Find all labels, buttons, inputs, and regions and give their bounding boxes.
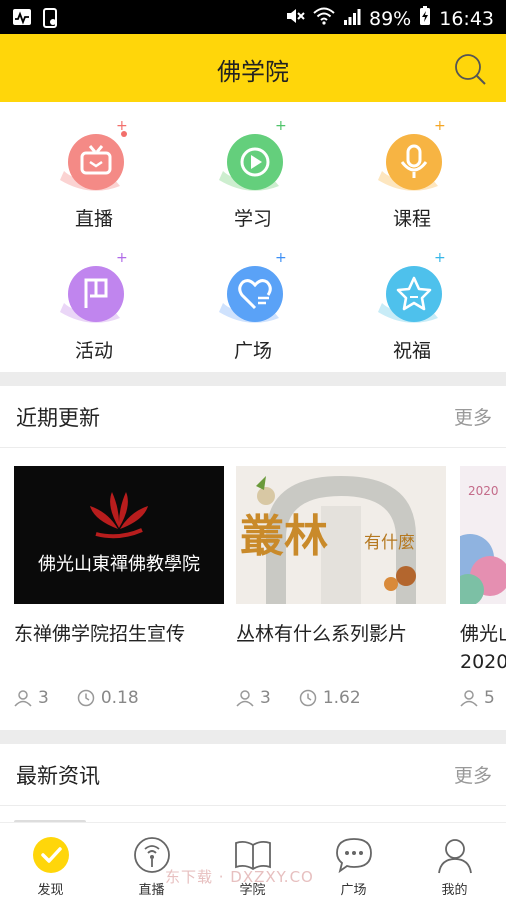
- video-thumbnail: 佛光山東禪佛教學院: [14, 466, 224, 604]
- video-meta: 5: [460, 688, 495, 708]
- user-icon: [14, 688, 32, 708]
- wifi-icon: [313, 7, 335, 30]
- flag-icon: +: [50, 248, 140, 338]
- category-square[interactable]: + 广场: [183, 238, 323, 362]
- thumbnail-subcaption: 有什麼: [364, 533, 415, 553]
- app-header: 佛学院: [0, 34, 506, 102]
- clock-icon: [77, 688, 95, 708]
- category-label: 直播: [74, 208, 113, 230]
- duration: 1.62: [322, 688, 361, 708]
- chat-bubble-icon: [334, 835, 374, 875]
- view-count: 5: [484, 688, 495, 708]
- svg-text:+: +: [116, 250, 128, 266]
- section-title: 近期更新: [16, 406, 100, 430]
- video-meta: 3 1.62: [236, 688, 361, 708]
- section-divider: [0, 372, 506, 386]
- view-count: 3: [260, 688, 271, 708]
- category-activity[interactable]: + 活动: [24, 238, 164, 362]
- news-more-link[interactable]: 更多: [454, 761, 492, 788]
- tab-label: 广场: [340, 883, 367, 898]
- recent-more-link[interactable]: 更多: [454, 403, 492, 430]
- watermark: 东下载 · DXZXY.CO: [165, 868, 314, 886]
- category-grid: + 直播 + 学习 + 课程 + 活动 + 广场 + 祝福: [0, 102, 506, 370]
- bottom-tab-bar: 发现 直播 学院 广场 我的: [0, 822, 506, 900]
- duration: 0.18: [100, 688, 139, 708]
- activity-icon: [12, 8, 32, 32]
- video-thumbnail: 2020: [460, 466, 506, 604]
- category-blessing[interactable]: + 祝福: [342, 238, 482, 362]
- play-circle-icon: +: [209, 116, 299, 206]
- search-icon[interactable]: [452, 51, 488, 87]
- user-icon: [435, 835, 475, 875]
- tv-icon: +: [50, 116, 140, 206]
- section-title: 最新资讯: [16, 764, 100, 788]
- svg-text:+: +: [116, 118, 128, 134]
- tab-square[interactable]: 广场: [303, 835, 404, 898]
- page-title: 佛学院: [217, 58, 289, 86]
- svg-text:+: +: [275, 250, 287, 266]
- svg-text:+: +: [275, 118, 287, 134]
- tab-label: 我的: [441, 883, 468, 898]
- heart-chat-icon: +: [209, 248, 299, 338]
- tab-discover[interactable]: 发现: [0, 835, 101, 898]
- thumbnail-caption: 叢林: [240, 511, 328, 562]
- tab-label: 发现: [37, 883, 64, 898]
- phone-notification-icon: [42, 8, 58, 32]
- microphone-icon: +: [368, 116, 458, 206]
- video-card[interactable]: 叢林 有什麼 丛林有什么系列影片 3 1.62: [236, 466, 446, 708]
- category-label: 活动: [74, 340, 113, 362]
- signal-icon: [343, 8, 361, 30]
- category-live[interactable]: + 直播: [24, 106, 164, 230]
- category-study[interactable]: + 学习: [183, 106, 323, 230]
- tab-profile[interactable]: 我的: [404, 835, 505, 898]
- category-course[interactable]: + 课程: [342, 106, 482, 230]
- discover-icon: [31, 835, 71, 875]
- battery-percent: 89%: [369, 7, 412, 30]
- battery-icon: [419, 6, 431, 31]
- category-label: 学习: [233, 208, 272, 230]
- video-thumbnail: 叢林 有什麼: [236, 466, 446, 604]
- thumbnail-caption: 2020: [468, 484, 499, 498]
- recent-carousel[interactable]: 佛光山東禪佛教學院 东禅佛学院招生宣传 3 0.18 叢林 有什麼 丛林有什么系…: [0, 448, 506, 730]
- user-icon: [460, 688, 478, 708]
- category-label: 课程: [392, 208, 431, 230]
- svg-text:+: +: [434, 118, 446, 134]
- video-title-line2: 2020: [460, 651, 506, 673]
- clock-icon: [299, 688, 317, 708]
- video-title: 丛林有什么系列影片: [236, 623, 408, 645]
- news-section-header: 最新资讯 更多: [0, 744, 506, 806]
- recent-section-header: 近期更新 更多: [0, 386, 506, 448]
- lotus-logo: [90, 492, 148, 539]
- view-count: 3: [38, 688, 49, 708]
- video-card[interactable]: 佛光山東禪佛教學院 东禅佛学院招生宣传 3 0.18: [14, 466, 224, 708]
- section-divider: [0, 730, 506, 744]
- star-icon: +: [368, 248, 458, 338]
- clock: 16:43: [439, 7, 494, 30]
- svg-text:+: +: [434, 250, 446, 266]
- mute-icon: [285, 6, 305, 31]
- thumbnail-caption: 佛光山東禪佛教學院: [38, 554, 200, 575]
- video-meta: 3 0.18: [14, 688, 139, 708]
- user-icon: [236, 688, 254, 708]
- category-label: 祝福: [392, 340, 431, 362]
- video-title: 佛光山: [460, 623, 506, 645]
- video-title: 东禅佛学院招生宣传: [14, 623, 186, 645]
- category-label: 广场: [233, 340, 272, 362]
- video-card[interactable]: 2020 佛光山 2020 5: [460, 466, 506, 708]
- status-bar: 89% 16:43: [0, 0, 506, 34]
